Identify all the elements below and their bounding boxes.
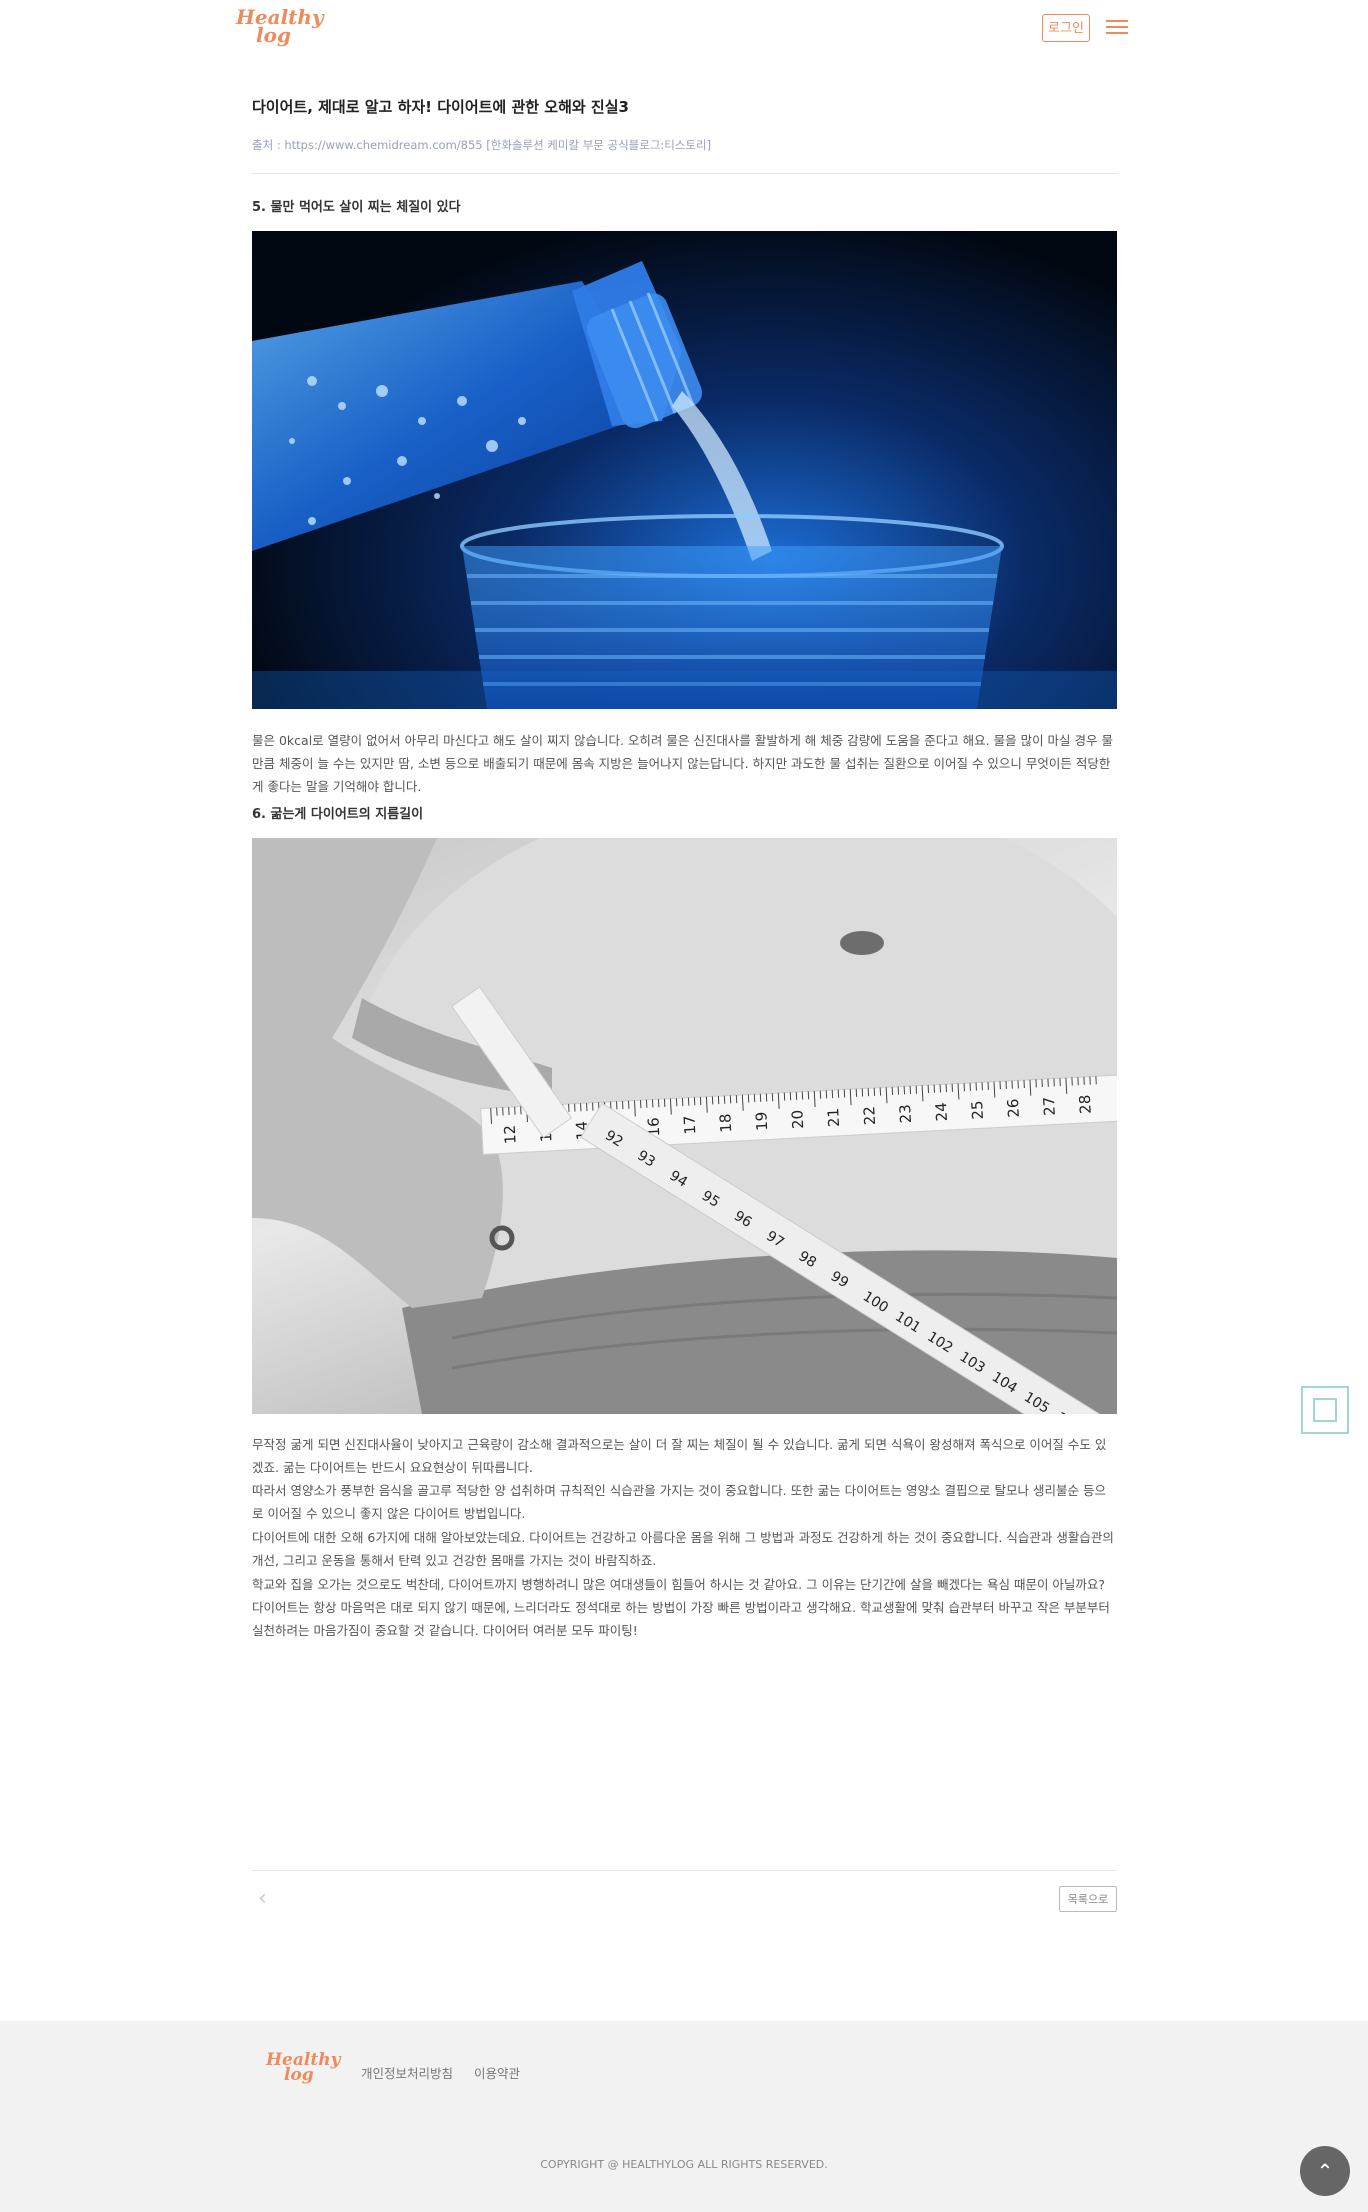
tape-number: 21 [824, 1107, 843, 1127]
chevron-left-icon[interactable]: ‹ [258, 1886, 267, 1911]
footer-logo-line2: log [284, 2065, 314, 2086]
article-bottom-divider [252, 1870, 1117, 1871]
privacy-policy-link[interactable]: 개인정보처리방침 [361, 2063, 453, 2082]
section-6-heading: 6. 굶는게 다이어트의 지름길이 [252, 807, 424, 822]
footer-logo[interactable]: Healthy log [266, 2052, 340, 2086]
footer: Healthy log 개인정보처리방침 이용약관 COPYRIGHT @ HE… [0, 2021, 1368, 2212]
tape-number: 27 [1040, 1096, 1059, 1116]
back-to-list-button[interactable]: 목록으로 [1059, 1886, 1117, 1912]
tape-number: 24 [932, 1102, 951, 1122]
copyright-text: COPYRIGHT @ HEALTHYLOG ALL RIGHTS RESERV… [540, 2158, 828, 2171]
section-6-paragraph-3: 다이어트에 대한 오해 6가지에 대해 알아보았는데요. 다이어트는 건강하고 … [252, 1530, 1114, 1568]
tape-number: 18 [716, 1113, 735, 1133]
section-6-paragraph-1: 무작정 굶게 되면 신진대사율이 낮아지고 근육량이 감소해 결과적으로는 살이… [252, 1437, 1107, 1475]
tape-number: 20 [788, 1109, 807, 1129]
section-6-paragraph-4: 학교와 집을 오가는 것으로도 벅찬데, 다이어트까지 병행하려니 많은 여대생… [252, 1577, 1110, 1638]
title-divider [252, 173, 1117, 174]
tape-number: 26 [1004, 1098, 1023, 1118]
hamburger-menu-icon[interactable] [1106, 20, 1128, 36]
article-source: 출처 : https://www.chemidream.com/855 [한화솔… [252, 138, 712, 152]
section-5-heading: 5. 물만 먹어도 살이 찌는 체질이 있다 [252, 200, 461, 215]
tape-number: 12 [501, 1124, 520, 1144]
logo[interactable]: Healthy log [236, 7, 324, 45]
floating-square-icon[interactable] [1301, 1386, 1349, 1434]
tape-number: 19 [752, 1111, 771, 1131]
terms-link[interactable]: 이용약관 [474, 2063, 520, 2082]
scroll-to-top-icon[interactable]: ⌃ [1300, 2146, 1350, 2196]
tape-number: 23 [896, 1104, 915, 1124]
tape-number: 17 [680, 1115, 699, 1135]
measuring-tape-photo: 1213141516171819202122232425262728 92939… [252, 838, 1117, 1414]
tape-number: 22 [860, 1106, 879, 1126]
water-bottle-photo [252, 231, 1117, 709]
tape-number: 28 [1076, 1094, 1095, 1114]
article-title: 다이어트, 제대로 알고 하자! 다이어트에 관한 오해와 진실3 [252, 98, 629, 116]
section-6-paragraph-2: 따라서 영양소가 풍부한 음식을 골고루 적당한 양 섭취하며 규칙적인 식습관… [252, 1483, 1106, 1521]
tape-number: 25 [968, 1100, 987, 1120]
section-5-paragraph: 물은 0kcal로 열량이 없어서 아무리 마신다고 해도 살이 찌지 않습니다… [252, 733, 1114, 794]
login-button[interactable]: 로그인 [1042, 14, 1090, 42]
